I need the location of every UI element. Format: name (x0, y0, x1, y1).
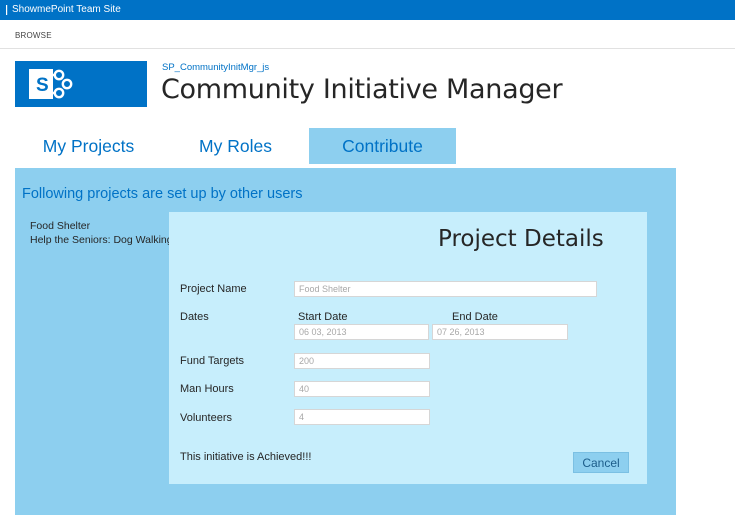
ribbon: BROWSE (0, 20, 735, 49)
status-message: This initiative is Achieved!!! (180, 451, 312, 463)
panel-heading: Following projects are set up by other u… (22, 186, 303, 202)
app-link[interactable]: SP_CommunityInitMgr_js (162, 62, 269, 73)
dialog-title: Project Details (438, 226, 604, 252)
fund-targets-input[interactable] (294, 353, 430, 369)
tab-contribute[interactable]: Contribute (309, 128, 456, 164)
project-details-dialog (169, 212, 647, 484)
end-date-input[interactable] (432, 324, 568, 340)
suite-bar: ShowmePoint Team Site (0, 0, 735, 20)
project-name-label: Project Name (180, 283, 247, 295)
project-item-dog-walking[interactable]: Help the Seniors: Dog Walking (30, 233, 173, 247)
end-date-label: End Date (452, 311, 498, 323)
dates-label: Dates (180, 311, 209, 323)
tab-my-roles[interactable]: My Roles (162, 128, 309, 164)
browse-tab[interactable]: BROWSE (15, 31, 52, 40)
fund-targets-label: Fund Targets (180, 355, 245, 367)
project-list: Food Shelter Help the Seniors: Dog Walki… (30, 219, 173, 247)
tab-my-projects[interactable]: My Projects (15, 128, 162, 164)
volunteers-label: Volunteers (180, 412, 232, 424)
start-date-label: Start Date (298, 311, 348, 323)
cancel-button[interactable]: Cancel (573, 452, 629, 473)
sharepoint-logo[interactable]: S (15, 61, 147, 107)
project-name-input[interactable] (294, 281, 597, 297)
back-arrow-icon[interactable] (4, 4, 10, 16)
start-date-input[interactable] (294, 324, 429, 340)
sharepoint-logo-icon: S (29, 69, 73, 99)
volunteers-input[interactable] (294, 409, 430, 425)
man-hours-input[interactable] (294, 381, 430, 397)
man-hours-label: Man Hours (180, 383, 234, 395)
project-item-food-shelter[interactable]: Food Shelter (30, 219, 173, 233)
svg-text:S: S (36, 75, 49, 96)
page-title: Community Initiative Manager (161, 74, 563, 105)
site-title[interactable]: ShowmePoint Team Site (12, 4, 121, 15)
